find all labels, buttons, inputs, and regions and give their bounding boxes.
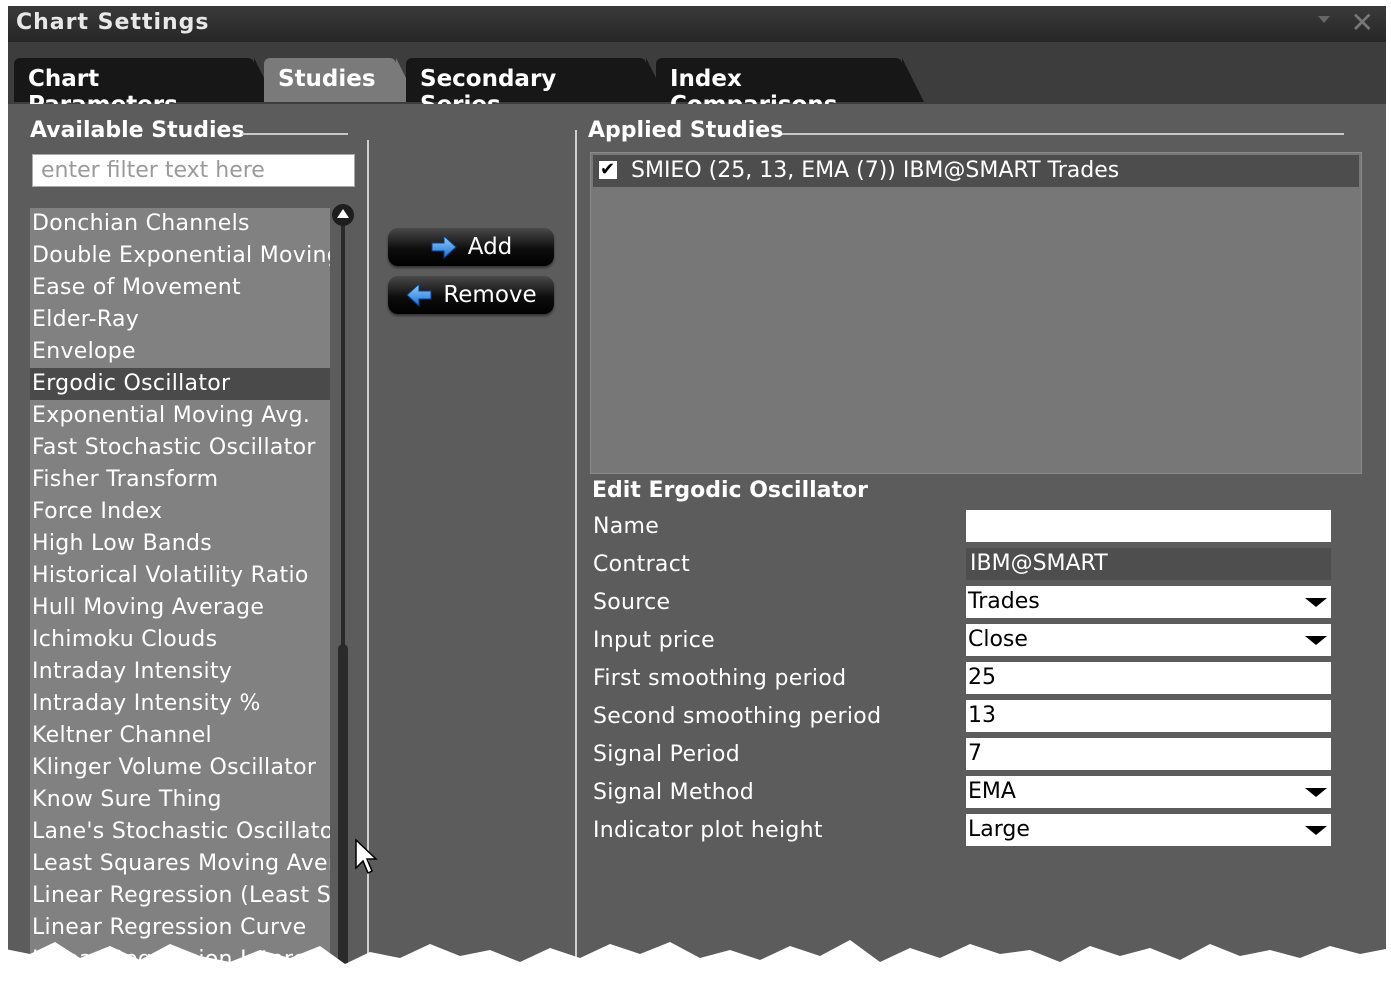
list-item[interactable]: Fast Stochastic Oscillator bbox=[30, 432, 330, 464]
list-item[interactable]: Envelope bbox=[30, 336, 330, 368]
studies-scrollbar[interactable] bbox=[332, 204, 354, 995]
name-label: Name bbox=[593, 514, 660, 539]
list-item[interactable]: Intraday Intensity bbox=[30, 656, 330, 688]
tab-bar: Chart Parameters Studies Secondary Serie… bbox=[8, 42, 1386, 118]
signal-method-select[interactable]: EMA bbox=[966, 776, 1331, 808]
input-price-select[interactable]: Close bbox=[966, 624, 1331, 656]
available-studies-heading: Available Studies bbox=[30, 118, 245, 143]
chevron-down-icon[interactable] bbox=[1305, 788, 1327, 797]
list-item[interactable]: Ease of Movement bbox=[30, 272, 330, 304]
edit-study-heading: Edit Ergodic Oscillator bbox=[592, 478, 869, 503]
list-item[interactable]: Exponential Moving Avg. bbox=[30, 400, 330, 432]
list-item[interactable]: Lane's Stochastic Oscillato bbox=[30, 816, 330, 848]
chevron-down-icon[interactable] bbox=[1305, 826, 1327, 835]
plot-height-value: Large bbox=[968, 817, 1030, 842]
signal-method-value: EMA bbox=[968, 779, 1016, 804]
list-item[interactable]: Klinger Volume Oscillator bbox=[30, 752, 330, 784]
second-smoothing-field[interactable]: 13 bbox=[966, 700, 1331, 732]
arrow-left-icon bbox=[406, 282, 432, 308]
remove-button-label: Remove bbox=[443, 282, 537, 308]
studies-panel: Available Studies Donchian ChannelsDoubl… bbox=[8, 104, 1386, 995]
torn-edge bbox=[0, 940, 1391, 995]
applied-study-row[interactable]: SMIEO (25, 13, EMA (7)) IBM@SMART Trades bbox=[593, 154, 1359, 187]
list-item[interactable]: Ergodic Oscillator bbox=[30, 368, 330, 400]
applied-study-label: SMIEO (25, 13, EMA (7)) IBM@SMART Trades bbox=[631, 158, 1120, 183]
contract-label: Contract bbox=[593, 552, 691, 577]
signal-period-field[interactable]: 7 bbox=[966, 738, 1331, 770]
remove-button[interactable]: Remove bbox=[388, 276, 554, 314]
mouse-cursor-icon bbox=[355, 838, 378, 875]
source-value: Trades bbox=[968, 589, 1040, 614]
source-select[interactable]: Trades bbox=[966, 586, 1331, 618]
study-enabled-checkbox[interactable] bbox=[599, 154, 617, 186]
add-button-label: Add bbox=[467, 234, 513, 260]
list-item[interactable]: Double Exponential Moving bbox=[30, 240, 330, 272]
list-item[interactable]: Know Sure Thing bbox=[30, 784, 330, 816]
list-item[interactable]: Intraday Intensity % bbox=[30, 688, 330, 720]
list-item[interactable]: Keltner Channel bbox=[30, 720, 330, 752]
chevron-down-icon[interactable] bbox=[1305, 636, 1327, 645]
applied-studies-heading: Applied Studies bbox=[588, 118, 784, 143]
divider bbox=[782, 133, 1344, 135]
tab-index-comparisons[interactable]: Index Comparisons bbox=[656, 58, 924, 118]
tab-secondary-series[interactable]: Secondary Series bbox=[406, 58, 668, 118]
list-item[interactable]: Elder-Ray bbox=[30, 304, 330, 336]
filter-input[interactable] bbox=[32, 154, 355, 187]
contract-field: IBM@SMART bbox=[966, 548, 1331, 580]
available-studies-list[interactable]: Donchian Channels Double Exponential Movi… bbox=[30, 208, 330, 995]
window-menu-icon[interactable] bbox=[1318, 16, 1330, 23]
window-title: Chart Settings bbox=[16, 10, 210, 35]
list-item[interactable]: Linear Regression (Least S bbox=[30, 880, 330, 912]
title-bar: Chart Settings ✕ bbox=[8, 6, 1386, 42]
first-smoothing-field[interactable]: 25 bbox=[966, 662, 1331, 694]
chevron-down-icon[interactable] bbox=[1305, 598, 1327, 607]
second-smoothing-label: Second smoothing period bbox=[593, 704, 882, 729]
list-item[interactable]: Least Squares Moving Aver bbox=[30, 848, 330, 880]
applied-studies-list[interactable]: SMIEO (25, 13, EMA (7)) IBM@SMART Trades bbox=[590, 152, 1362, 474]
plot-height-label: Indicator plot height bbox=[593, 818, 823, 843]
list-item[interactable]: Force Index bbox=[30, 496, 330, 528]
list-item[interactable]: Donchian Channels bbox=[30, 208, 330, 240]
tab-chart-parameters[interactable]: Chart Parameters bbox=[14, 58, 276, 118]
list-item[interactable]: Historical Volatility Ratio bbox=[30, 560, 330, 592]
plot-height-select[interactable]: Large bbox=[966, 814, 1331, 846]
list-item[interactable]: High Low Bands bbox=[30, 528, 330, 560]
divider bbox=[242, 133, 348, 135]
list-item[interactable]: Ichimoku Clouds bbox=[30, 624, 330, 656]
list-item[interactable]: Fisher Transform bbox=[30, 464, 330, 496]
close-icon[interactable]: ✕ bbox=[1351, 8, 1374, 38]
scroll-up-icon[interactable] bbox=[332, 204, 354, 226]
add-button[interactable]: Add bbox=[388, 228, 554, 266]
input-price-label: Input price bbox=[593, 628, 716, 653]
tab-studies[interactable]: Studies bbox=[264, 58, 418, 102]
first-smoothing-label: First smoothing period bbox=[593, 666, 847, 691]
list-item[interactable]: Hull Moving Average bbox=[30, 592, 330, 624]
source-label: Source bbox=[593, 590, 671, 615]
signal-period-label: Signal Period bbox=[593, 742, 741, 767]
arrow-right-icon bbox=[431, 234, 457, 260]
divider bbox=[575, 130, 577, 995]
name-field[interactable] bbox=[966, 510, 1331, 542]
signal-method-label: Signal Method bbox=[593, 780, 754, 805]
input-price-value: Close bbox=[968, 627, 1028, 652]
chart-settings-window: Chart Settings ✕ Chart Parameters Studie… bbox=[8, 6, 1386, 995]
